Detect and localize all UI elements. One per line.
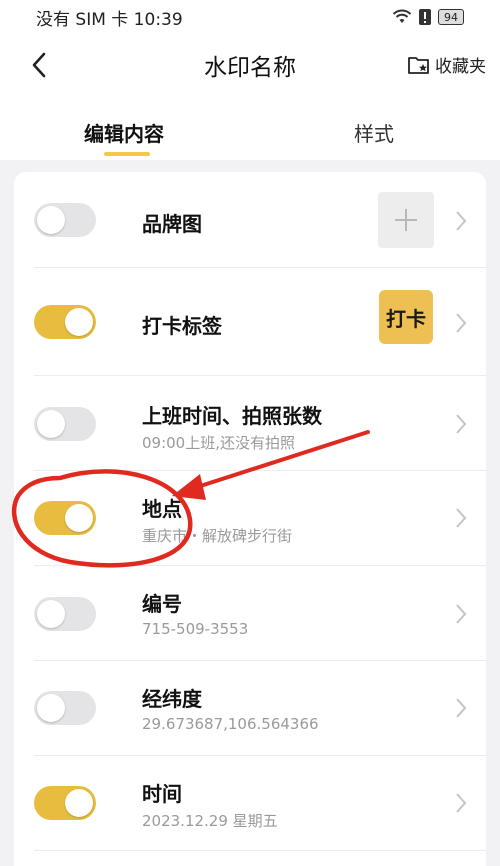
list-item-brand-image[interactable]: 品牌图: [34, 172, 486, 268]
chevron-right-icon: [456, 211, 467, 231]
item-title: 编号: [142, 592, 182, 616]
status-icons: 94: [392, 8, 464, 26]
list-item-number[interactable]: 编号 715-509-3553: [34, 566, 486, 661]
item-title: 上班时间、拍照张数: [142, 404, 322, 428]
toggle-knob: [37, 410, 65, 438]
work-time-toggle[interactable]: [34, 407, 96, 441]
chevron-right-icon: [456, 508, 467, 528]
tab-style[interactable]: 样式: [354, 118, 394, 147]
folder-star-icon: [408, 56, 429, 74]
wifi-icon: [392, 9, 412, 23]
chevron-right-icon: [456, 793, 467, 813]
item-title: 品牌图: [142, 212, 202, 236]
collect-button[interactable]: 收藏夹: [407, 52, 486, 77]
item-title: 打卡标签: [142, 314, 222, 338]
number-toggle[interactable]: [34, 597, 96, 631]
toggle-knob: [65, 504, 93, 532]
plus-icon: [395, 209, 417, 231]
brand-image-toggle[interactable]: [34, 203, 96, 237]
item-title: 经纬度: [142, 687, 202, 711]
list-item-punch-tag[interactable]: 打卡标签 打卡: [34, 268, 486, 376]
item-title: 地点: [142, 497, 182, 521]
coordinates-toggle[interactable]: [34, 691, 96, 725]
collect-label: 收藏夹: [435, 57, 486, 77]
toggle-knob: [65, 789, 93, 817]
chevron-right-icon: [456, 313, 467, 333]
header: 水印名称 收藏夹: [0, 34, 500, 96]
content-card: 品牌图 打卡标签 打卡 上班时间、拍照张数 09:00上班,还没有拍照 地点 重…: [14, 172, 486, 866]
tab-bar: 编辑内容 样式: [0, 96, 500, 160]
location-toggle[interactable]: [34, 501, 96, 535]
item-subtitle: 715-509-3553: [142, 620, 249, 638]
item-title: 时间: [142, 782, 182, 806]
item-subtitle: 29.673687,106.564366: [142, 715, 319, 733]
punch-tag-badge: 打卡: [379, 290, 433, 344]
list-item-work-time[interactable]: 上班时间、拍照张数 09:00上班,还没有拍照: [34, 376, 486, 471]
time-toggle[interactable]: [34, 786, 96, 820]
alert-icon: [419, 9, 431, 25]
toggle-knob: [37, 694, 65, 722]
list-item-location[interactable]: 地点 重庆市・解放碑步行街: [34, 471, 486, 566]
toggle-knob: [37, 600, 65, 628]
chevron-right-icon: [456, 604, 467, 624]
status-bar: 没有 SIM 卡 10:39 94: [0, 0, 500, 34]
list-item-time[interactable]: 时间 2023.12.29 星期五: [34, 756, 486, 851]
add-brand-image-button[interactable]: [378, 192, 434, 248]
toggle-knob: [37, 206, 65, 234]
battery-indicator: 94: [438, 9, 464, 25]
carrier-time-text: 没有 SIM 卡 10:39: [36, 9, 183, 30]
item-subtitle: 重庆市・解放碑步行街: [142, 527, 293, 545]
item-subtitle: 2023.12.29 星期五: [142, 812, 278, 830]
active-tab-indicator: [104, 152, 150, 156]
item-subtitle: 09:00上班,还没有拍照: [142, 434, 295, 452]
toggle-knob: [65, 308, 93, 336]
chevron-right-icon: [456, 414, 467, 434]
chevron-right-icon: [456, 698, 467, 718]
tab-edit-content[interactable]: 编辑内容: [84, 118, 164, 147]
punch-tag-toggle[interactable]: [34, 305, 96, 339]
list-item-coordinates[interactable]: 经纬度 29.673687,106.564366: [34, 661, 486, 756]
